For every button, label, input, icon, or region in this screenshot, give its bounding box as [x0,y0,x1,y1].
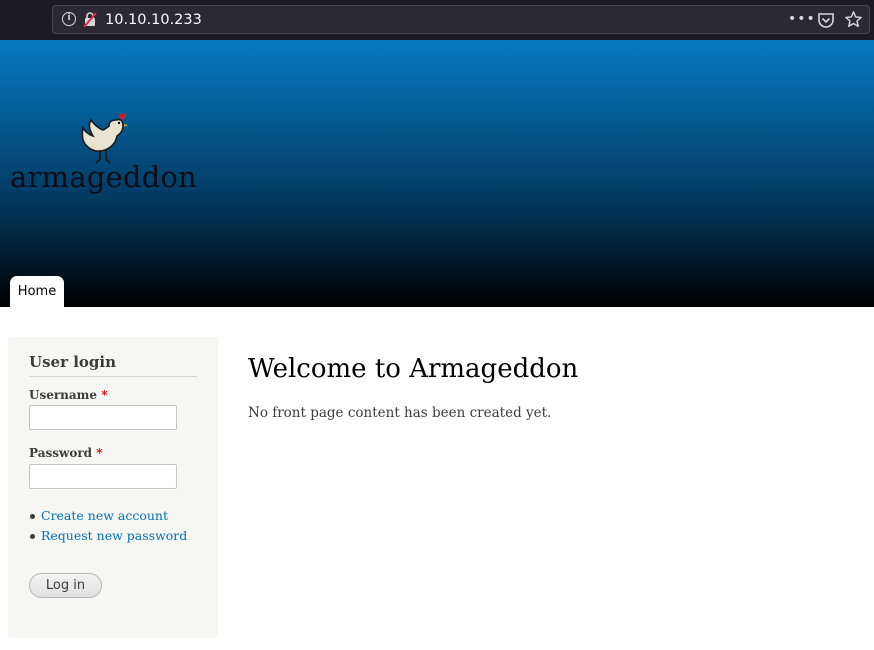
username-input[interactable] [29,405,177,430]
list-item: Create new account [29,507,187,527]
request-password-link[interactable]: Request new password [41,528,187,543]
pocket-icon[interactable] [817,11,835,29]
site-logo[interactable]: armageddon [10,110,200,200]
insecure-connection-icon[interactable] [82,11,98,28]
username-label-text: Username [29,388,98,402]
address-bar[interactable]: i 10.10.10.233 ••• [52,5,870,34]
tab-home[interactable]: Home [10,276,64,307]
password-input[interactable] [29,464,177,489]
star-icon[interactable] [844,10,863,29]
required-marker: * [96,446,103,460]
page-content: No front page content has been created y… [248,405,552,421]
url-text[interactable]: 10.10.10.233 [105,10,202,30]
password-label-text: Password [29,446,93,460]
login-links: Create new account Request new password [29,507,187,547]
info-icon[interactable]: i [62,12,76,26]
password-label: Password * [29,446,103,460]
more-icon[interactable]: ••• [788,12,815,28]
browser-toolbar: i 10.10.10.233 ••• [0,0,874,40]
user-login-block: User login Username * Password * Create … [8,337,218,638]
create-account-link[interactable]: Create new account [41,508,168,523]
block-title: User login [29,353,197,377]
login-button[interactable]: Log in [29,573,102,598]
site-header: armageddon Home [0,40,874,307]
rooster-icon [81,113,128,164]
required-marker: * [101,388,108,402]
logo-text: armageddon [10,160,197,194]
page-title: Welcome to Armageddon [248,354,579,384]
list-item: Request new password [29,527,187,547]
username-label: Username * [29,388,107,402]
